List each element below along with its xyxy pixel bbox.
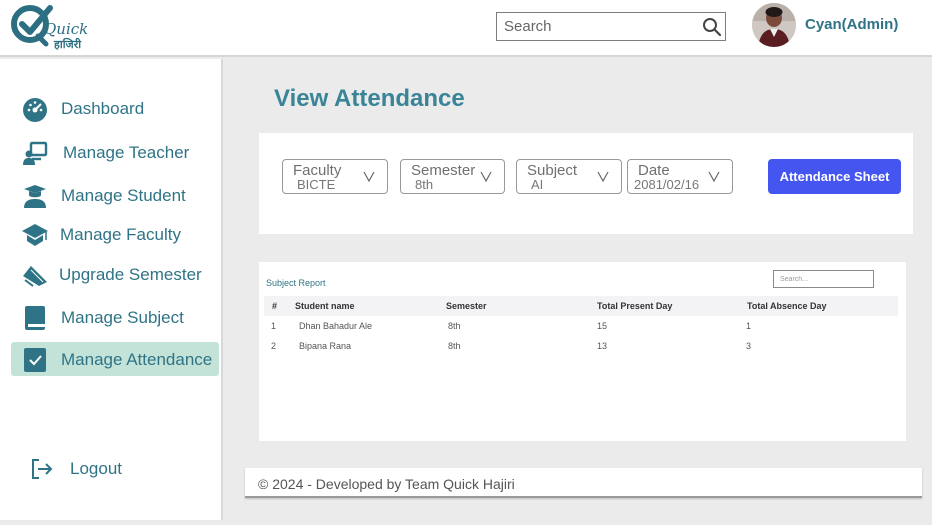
table-cell: 8th [448,341,461,351]
column-header[interactable]: Total Absence Day [747,301,827,311]
footer: © 2024 - Developed by Team Quick Hajiri [245,468,922,498]
graduate-icon [24,185,46,208]
page-title: View Attendance [274,85,465,112]
table-cell: Bipana Rana [299,341,352,351]
table-cell: Dhan Bahadur Ale [299,321,373,331]
avatar[interactable] [752,3,796,47]
subject-select[interactable]: Subject AI [516,159,622,194]
select-value: AI [531,177,544,192]
sidebar-item-label: Dashboard [61,99,145,118]
table-header: # Student name Semester Total Present Da… [264,296,898,316]
select-value: 8th [415,177,434,192]
logout-icon [32,459,53,479]
date-select[interactable]: Date 2081/02/16 [627,159,733,194]
table-cell: 13 [597,341,608,351]
user-name[interactable]: Cyan(Admin) [805,16,898,33]
chevron-down-icon [480,171,492,182]
sidebar-item-label: Manage Student [61,186,186,205]
top-header: Quick हाजिरी Cyan(Admin) [0,0,932,57]
chevron-down-icon [597,171,609,182]
sidebar-item-manage-student[interactable]: Manage Student [11,178,219,212]
gauge-icon [23,98,47,122]
chevron-down-icon [363,171,375,182]
semester-select[interactable]: Semester 8th [400,159,505,194]
filter-card: Faculty BICTE Semester 8th Subject AI Da… [259,133,913,234]
logout-button[interactable]: Logout [30,455,140,485]
report-title: Subject Report [266,278,326,288]
column-header[interactable]: # [272,301,277,311]
sidebar-item-label: Manage Faculty [60,225,181,244]
report-search-input[interactable] [773,270,874,288]
table-cell: 3 [746,341,752,351]
column-header[interactable]: Total Present Day [597,301,672,311]
table-cell: 15 [597,321,608,331]
sidebar-item-dashboard[interactable]: Dashboard [11,91,219,125]
logo-subtext: हाजिरी [54,39,82,51]
school-cap-icon [22,224,48,246]
user-photo-icon [752,3,796,47]
sidebar-item-label: Manage Subject [61,308,184,327]
logout-label: Logout [70,459,122,478]
table-cell: 1 [271,321,277,331]
sidebar-item-manage-subject[interactable]: Manage Subject [11,300,219,334]
select-value: 2081/02/16 [634,177,700,192]
select-value: BICTE [297,177,336,192]
search-input[interactable] [497,13,697,40]
app-logo[interactable]: Quick हाजिरी [8,2,88,54]
sidebar-item-label: Manage Teacher [63,143,190,162]
sidebar-item-label: Upgrade Semester [59,265,202,284]
subject-report-card: Subject Report # Student name Semester T… [259,262,906,441]
book-stack-icon [23,266,47,287]
sidebar-item-manage-faculty[interactable]: Manage Faculty [11,217,219,251]
attendance-sheet-button[interactable]: Attendance Sheet [768,159,901,194]
logo-text: Quick [44,20,89,38]
book-icon [25,306,45,330]
teacher-board-icon [23,141,48,165]
global-search [496,12,726,41]
table-cell: 8th [448,321,461,331]
search-icon[interactable] [702,17,722,37]
chevron-down-icon [708,171,720,182]
faculty-select[interactable]: Faculty BICTE [282,159,388,194]
column-header[interactable]: Semester [446,301,487,311]
checkbox-icon [24,348,46,372]
sidebar-item-manage-teacher[interactable]: Manage Teacher [11,135,219,169]
sidebar: Dashboard Manage Teacher Manage Student … [0,59,223,520]
table-row[interactable]: 2 Bipana Rana 8th 13 3 [264,338,898,356]
column-header[interactable]: Student name [295,301,355,311]
table-cell: 2 [271,341,277,351]
sidebar-item-manage-attendance[interactable]: Manage Attendance [11,342,219,376]
sidebar-item-label: Manage Attendance [61,350,213,369]
sidebar-item-upgrade-semester[interactable]: Upgrade Semester [11,257,219,291]
table-cell: 1 [746,321,752,331]
table-row[interactable]: 1 Dhan Bahadur Ale 8th 15 1 [264,318,898,336]
footer-text: © 2024 - Developed by Team Quick Hajiri [258,476,515,492]
